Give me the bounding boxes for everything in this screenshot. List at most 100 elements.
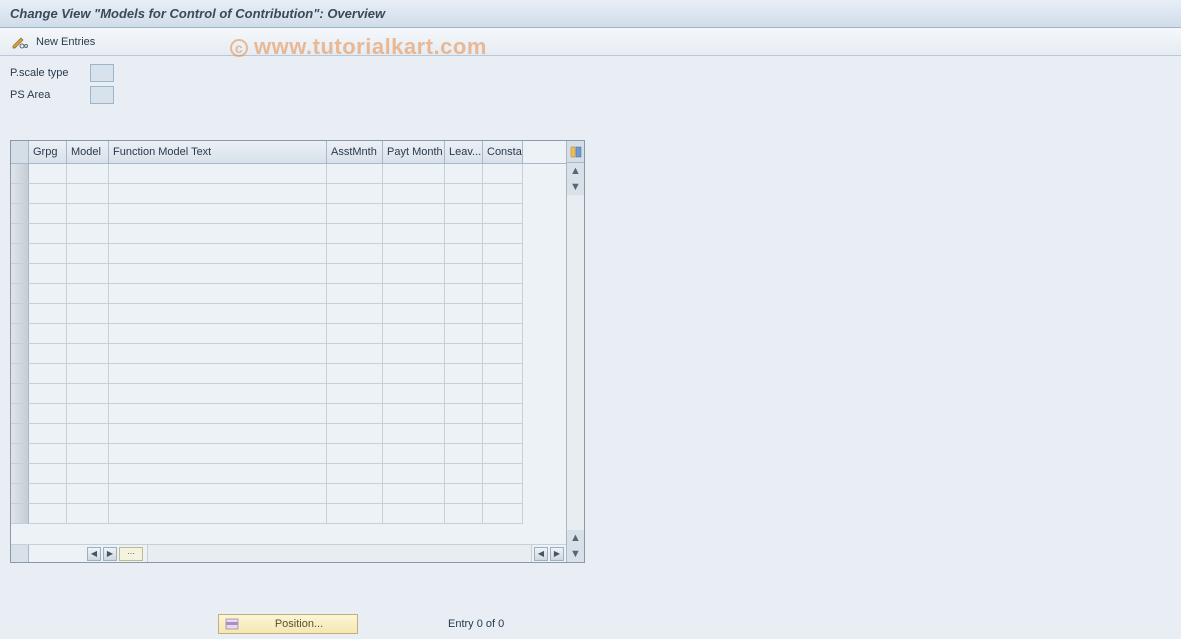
table-cell[interactable] (445, 204, 483, 224)
table-cell[interactable] (483, 424, 523, 444)
table-cell[interactable] (483, 204, 523, 224)
table-cell[interactable] (67, 464, 109, 484)
position-button[interactable]: Position... (218, 614, 358, 634)
table-cell[interactable] (109, 164, 327, 184)
table-cell[interactable] (29, 344, 67, 364)
table-cell[interactable] (67, 364, 109, 384)
table-cell[interactable] (67, 344, 109, 364)
table-cell[interactable] (327, 264, 383, 284)
table-cell[interactable] (483, 164, 523, 184)
table-cell[interactable] (29, 324, 67, 344)
table-cell[interactable] (109, 264, 327, 284)
table-cell[interactable] (445, 404, 483, 424)
table-cell[interactable] (383, 464, 445, 484)
scroll-up-button[interactable]: ▲ (567, 163, 584, 179)
table-cell[interactable] (483, 344, 523, 364)
row-selector[interactable] (11, 184, 29, 204)
hscroll-column-config-button[interactable]: ⋯ (119, 547, 143, 561)
hscroll-track[interactable] (147, 545, 532, 562)
table-cell[interactable] (483, 324, 523, 344)
table-cell[interactable] (67, 484, 109, 504)
table-cell[interactable] (383, 184, 445, 204)
table-cell[interactable] (29, 264, 67, 284)
row-selector[interactable] (11, 264, 29, 284)
table-cell[interactable] (383, 504, 445, 524)
table-cell[interactable] (109, 184, 327, 204)
table-cell[interactable] (327, 444, 383, 464)
table-cell[interactable] (383, 204, 445, 224)
table-cell[interactable] (445, 164, 483, 184)
table-cell[interactable] (383, 324, 445, 344)
table-cell[interactable] (29, 424, 67, 444)
table-cell[interactable] (483, 444, 523, 464)
psarea-input[interactable] (90, 86, 114, 104)
table-cell[interactable] (445, 384, 483, 404)
table-cell[interactable] (383, 244, 445, 264)
table-cell[interactable] (109, 284, 327, 304)
table-cell[interactable] (29, 364, 67, 384)
column-header-model[interactable]: Model (67, 141, 109, 163)
row-selector[interactable] (11, 404, 29, 424)
table-cell[interactable] (67, 284, 109, 304)
column-header-payt-month[interactable]: Payt Month (383, 141, 445, 163)
table-cell[interactable] (327, 344, 383, 364)
table-cell[interactable] (67, 204, 109, 224)
table-cell[interactable] (109, 304, 327, 324)
table-cell[interactable] (327, 424, 383, 444)
table-cell[interactable] (29, 224, 67, 244)
table-cell[interactable] (109, 464, 327, 484)
row-selector[interactable] (11, 464, 29, 484)
table-cell[interactable] (67, 264, 109, 284)
table-cell[interactable] (29, 384, 67, 404)
row-selector[interactable] (11, 304, 29, 324)
table-cell[interactable] (67, 244, 109, 264)
table-cell[interactable] (67, 164, 109, 184)
table-cell[interactable] (327, 304, 383, 324)
table-cell[interactable] (327, 204, 383, 224)
table-cell[interactable] (29, 184, 67, 204)
row-selector[interactable] (11, 344, 29, 364)
hscroll-left-button[interactable]: ◀ (87, 547, 101, 561)
table-cell[interactable] (29, 484, 67, 504)
scroll-down-button[interactable]: ▼ (567, 546, 584, 562)
table-cell[interactable] (327, 364, 383, 384)
row-selector[interactable] (11, 244, 29, 264)
table-cell[interactable] (109, 424, 327, 444)
table-cell[interactable] (383, 304, 445, 324)
table-cell[interactable] (483, 504, 523, 524)
table-cell[interactable] (67, 324, 109, 344)
table-settings-icon[interactable] (567, 141, 584, 163)
table-cell[interactable] (67, 404, 109, 424)
table-cell[interactable] (383, 284, 445, 304)
table-cell[interactable] (109, 344, 327, 364)
table-cell[interactable] (445, 304, 483, 324)
pscale-type-input[interactable] (90, 64, 114, 82)
table-cell[interactable] (483, 484, 523, 504)
table-cell[interactable] (445, 184, 483, 204)
table-cell[interactable] (483, 464, 523, 484)
table-cell[interactable] (327, 324, 383, 344)
table-cell[interactable] (109, 444, 327, 464)
table-cell[interactable] (327, 284, 383, 304)
new-entries-button[interactable]: New Entries (36, 36, 95, 48)
table-cell[interactable] (109, 244, 327, 264)
row-selector[interactable] (11, 284, 29, 304)
table-cell[interactable] (29, 164, 67, 184)
table-cell[interactable] (483, 284, 523, 304)
table-cell[interactable] (445, 224, 483, 244)
table-cell[interactable] (445, 444, 483, 464)
row-selector[interactable] (11, 204, 29, 224)
row-selector[interactable] (11, 164, 29, 184)
table-cell[interactable] (327, 484, 383, 504)
pencil-glasses-icon[interactable] (10, 33, 28, 51)
scroll-down-indicator[interactable]: ▼ (567, 179, 584, 195)
table-cell[interactable] (67, 384, 109, 404)
table-cell[interactable] (29, 304, 67, 324)
row-selector[interactable] (11, 424, 29, 444)
row-selector[interactable] (11, 484, 29, 504)
table-cell[interactable] (383, 484, 445, 504)
hscroll-right-button-2[interactable]: ▶ (550, 547, 564, 561)
table-cell[interactable] (327, 244, 383, 264)
table-cell[interactable] (109, 404, 327, 424)
table-cell[interactable] (29, 284, 67, 304)
